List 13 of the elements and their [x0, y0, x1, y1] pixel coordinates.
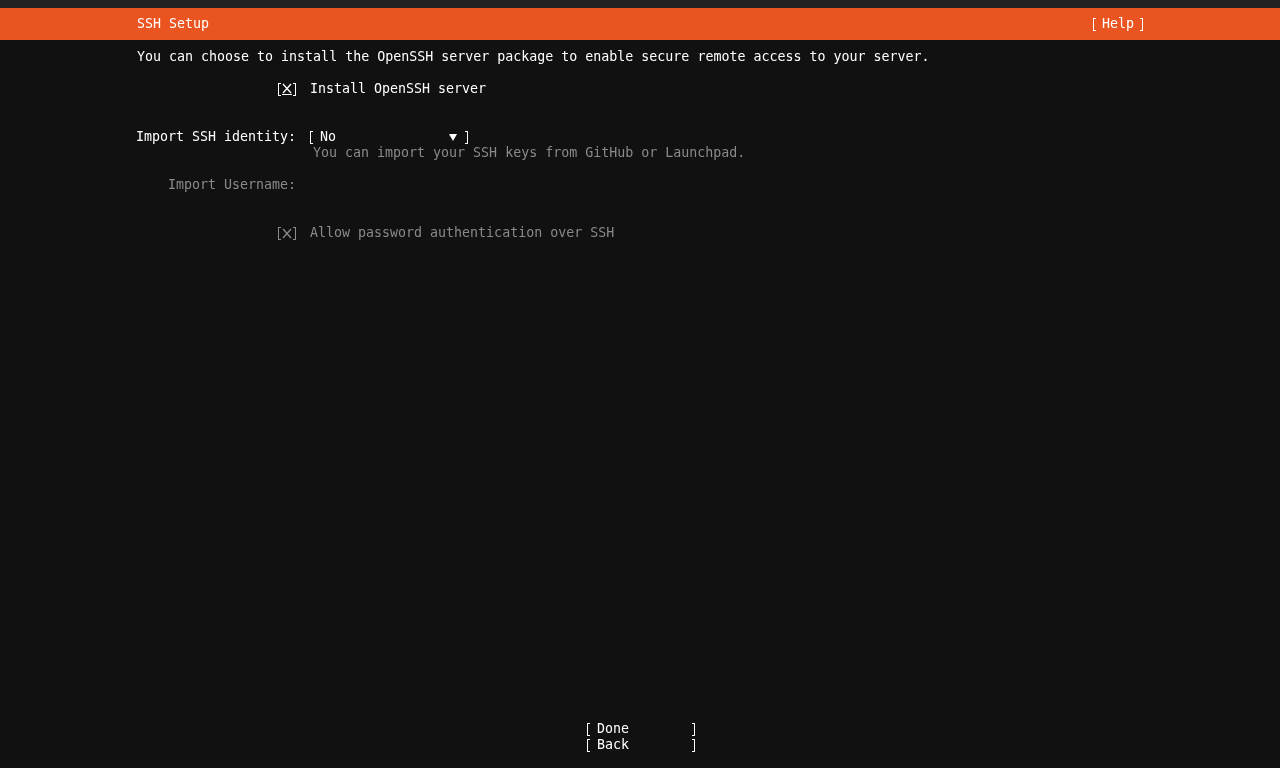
field-label: Import SSH identity: [134, 129, 296, 145]
checkbox-label: Allow password authentication over SSH [310, 225, 615, 241]
dropdown[interactable]: No [310, 129, 468, 145]
description-text: You can choose to install the OpenSSH server package to enable secure remote access to your server. [137, 49, 931, 65]
action-button[interactable]: Back [587, 737, 695, 753]
field-label: Import Username: [166, 177, 296, 193]
screen-title: SSH Setup [137, 16, 210, 32]
action-button[interactable]: Done [587, 721, 695, 737]
checkbox-label: Install OpenSSH server [310, 81, 487, 97]
dropdown-arrow-icon [449, 133, 457, 141]
checkbox[interactable] [278, 81, 296, 97]
hint-text: You can import your SSH keys from GitHub or Launchpad. [313, 145, 746, 161]
help-button[interactable]: Help [1092, 16, 1143, 32]
